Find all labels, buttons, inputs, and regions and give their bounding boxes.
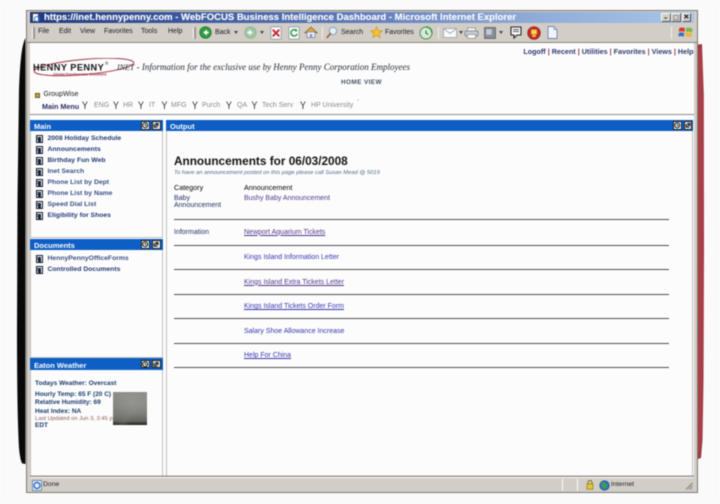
svg-text:®: ® (105, 60, 109, 66)
svg-text:Global Foodservice Solutions: Global Foodservice Solutions (53, 72, 107, 76)
svg-text:HENNY PENNY: HENNY PENNY (33, 62, 104, 72)
